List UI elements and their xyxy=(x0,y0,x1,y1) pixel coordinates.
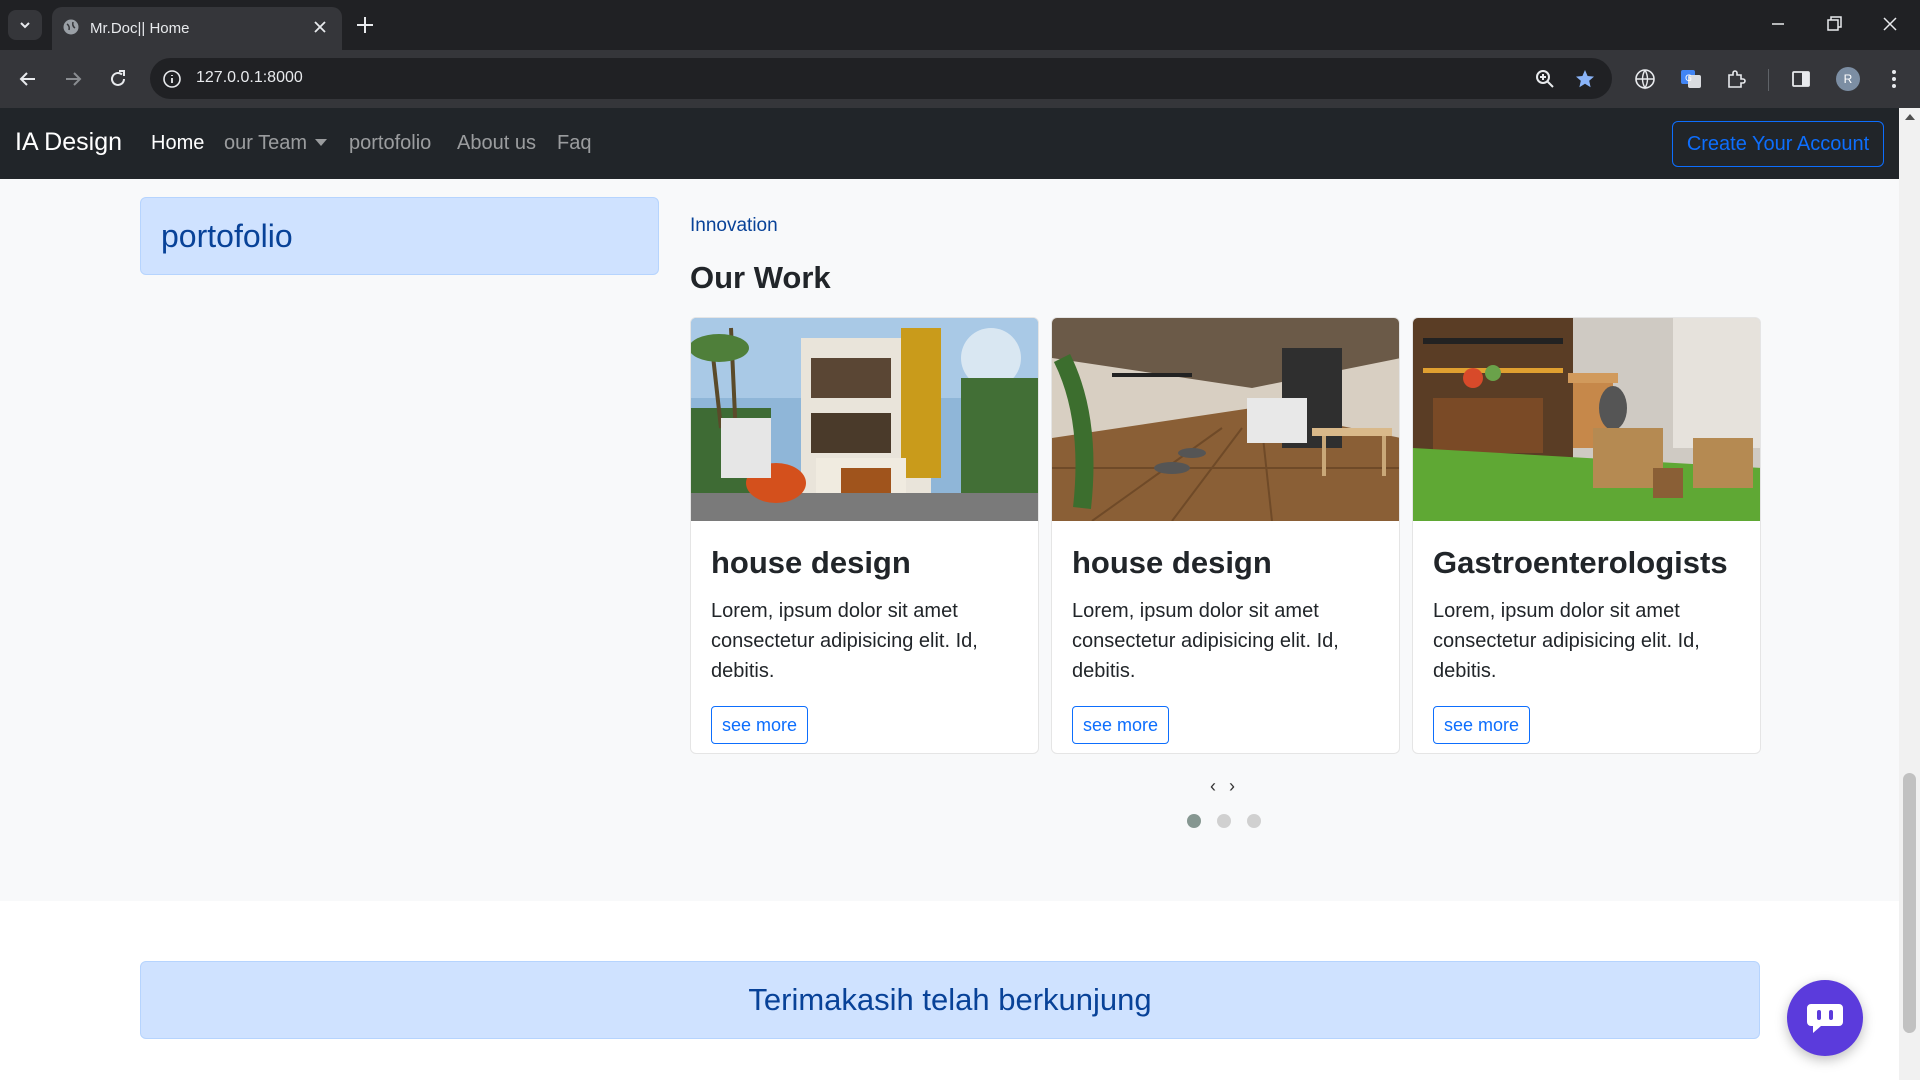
card-text: Lorem, ipsum dolor sit amet consectetur … xyxy=(1433,600,1700,682)
card-title: Gastroenterologists xyxy=(1433,545,1728,580)
site-navbar: IA Design Home our Team portofolio About… xyxy=(0,108,1899,179)
see-more-button[interactable]: see more xyxy=(1433,706,1531,744)
portfolio-sidebar-heading: portofolio xyxy=(161,218,293,254)
nav-link-faq[interactable]: Faq xyxy=(557,132,591,155)
address-bar[interactable]: 127.0.0.1:8000 xyxy=(150,58,1612,99)
forward-arrow-icon[interactable] xyxy=(60,66,86,92)
carousel-dot-3[interactable] xyxy=(1247,814,1261,828)
scrollbar-thumb[interactable] xyxy=(1903,773,1916,1033)
carousel-prev-button[interactable]: ‹ xyxy=(1210,776,1216,797)
work-card: Gastroenterologists Lorem, ipsum dolor s… xyxy=(1412,317,1761,754)
work-card: house design Lorem, ipsum dolor sit amet… xyxy=(690,317,1039,754)
see-more-button[interactable]: see more xyxy=(1072,706,1170,744)
create-account-button[interactable]: Create Your Account xyxy=(1672,121,1884,167)
section-eyebrow: Innovation xyxy=(690,215,778,236)
thanks-text: Terimakasih telah berkunjung xyxy=(748,982,1152,1017)
interior-cafe-image xyxy=(1052,318,1399,521)
nav-link-about[interactable]: About us xyxy=(457,132,536,155)
bookmark-star-icon[interactable] xyxy=(1574,68,1596,90)
dropdown-caret-icon xyxy=(315,139,328,146)
navbar-brand[interactable]: IA Design xyxy=(15,128,122,157)
browser-tab[interactable]: Mr.Doc|| Home xyxy=(52,7,342,50)
nav-link-home[interactable]: Home xyxy=(151,132,204,155)
tab-search-button[interactable] xyxy=(8,10,42,40)
chat-bubble-icon xyxy=(1807,1004,1843,1033)
portfolio-sidebar-box: portofolio xyxy=(140,197,659,275)
nav-link-our-team[interactable]: our Team xyxy=(224,132,328,155)
more-menu-icon[interactable] xyxy=(1882,67,1906,91)
tab-title: Mr.Doc|| Home xyxy=(90,20,190,37)
carousel-dot-2[interactable] xyxy=(1217,814,1231,828)
browser-toolbar: 127.0.0.1:8000 G R xyxy=(0,50,1920,108)
nav-link-portofolio[interactable]: portofolio xyxy=(349,132,431,155)
outdoor-garden-image xyxy=(1413,318,1760,521)
scroll-up-arrow-icon[interactable] xyxy=(1905,114,1915,120)
extensions-puzzle-icon[interactable] xyxy=(1724,67,1748,91)
page-scrollbar[interactable] xyxy=(1899,108,1920,1080)
toolbar-divider xyxy=(1768,69,1769,91)
close-icon[interactable] xyxy=(310,17,330,37)
new-tab-icon[interactable] xyxy=(352,12,378,38)
translate-globe-icon[interactable] xyxy=(1633,67,1657,91)
profile-avatar[interactable]: R xyxy=(1836,67,1860,91)
house-exterior-image xyxy=(691,318,1038,521)
card-text: Lorem, ipsum dolor sit amet consectetur … xyxy=(1072,600,1339,682)
google-translate-icon[interactable]: G xyxy=(1679,67,1703,91)
back-arrow-icon[interactable] xyxy=(15,66,41,92)
svg-text:G: G xyxy=(1685,74,1692,84)
site-info-icon[interactable] xyxy=(162,69,182,89)
url-text[interactable]: 127.0.0.1:8000 xyxy=(196,69,303,87)
carousel-next-button[interactable]: › xyxy=(1229,776,1235,797)
chat-button[interactable] xyxy=(1787,980,1863,1056)
card-text: Lorem, ipsum dolor sit amet consectetur … xyxy=(711,600,978,682)
see-more-button[interactable]: see more xyxy=(711,706,809,744)
side-panel-icon[interactable] xyxy=(1789,67,1813,91)
page-viewport: IA Design Home our Team portofolio About… xyxy=(0,108,1920,1080)
restore-icon[interactable] xyxy=(1822,12,1846,36)
zoom-icon[interactable] xyxy=(1534,68,1556,90)
carousel-dot-1[interactable] xyxy=(1187,814,1201,828)
section-title: Our Work xyxy=(690,260,831,295)
reload-icon[interactable] xyxy=(105,66,131,92)
work-card: house design Lorem, ipsum dolor sit amet… xyxy=(1051,317,1400,754)
chevron-down-icon xyxy=(20,22,30,29)
card-title: house design xyxy=(711,545,911,580)
minimize-icon[interactable] xyxy=(1766,12,1790,36)
globe-icon xyxy=(63,19,79,35)
browser-tab-bar: Mr.Doc|| Home xyxy=(0,0,1920,50)
nav-link-our-team-label: our Team xyxy=(224,132,308,154)
thanks-banner: Terimakasih telah berkunjung xyxy=(140,961,1760,1039)
window-close-icon[interactable] xyxy=(1878,12,1902,36)
card-title: house design xyxy=(1072,545,1272,580)
